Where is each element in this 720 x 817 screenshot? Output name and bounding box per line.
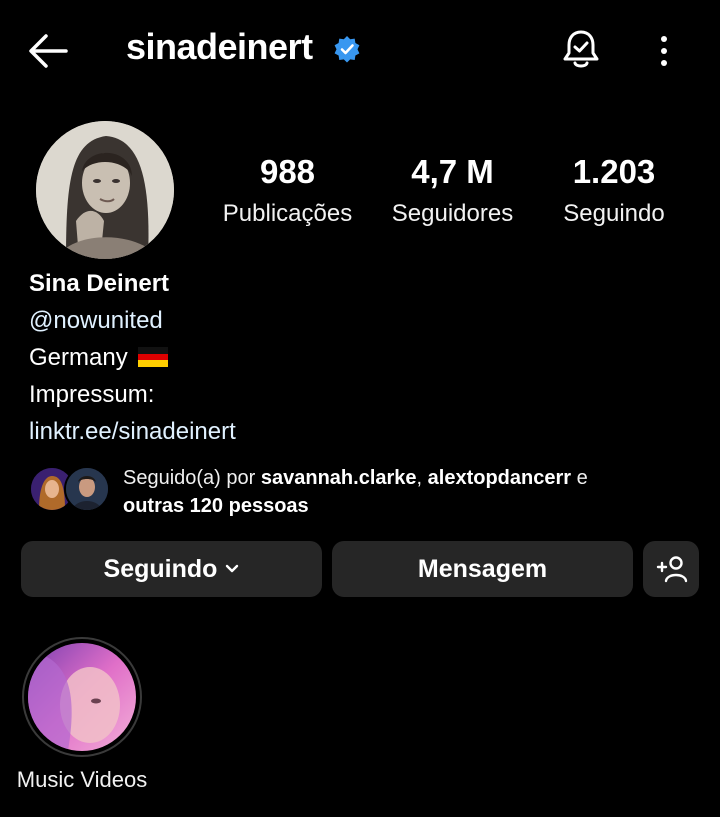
posts-count: 988 [259,153,316,190]
posts-label: Publicações [222,200,353,227]
following-stat[interactable]: 1.203 Seguindo [548,150,680,234]
bio-mention-link[interactable]: @nowunited [29,302,236,339]
notifications-button[interactable] [560,28,602,72]
followed-by-separator: , [416,467,428,489]
highlight-cover-image [28,643,136,751]
message-button-label: Mensagem [417,554,548,583]
profile-username: sinadeinert [126,26,313,67]
followed-by-user: savannah.clarke [260,467,417,489]
chevron-down-icon [226,564,239,573]
followers-label: Seguidores [391,200,514,227]
bio-location-text: Germany [29,344,128,371]
followed-by-user: alextopdancerr [427,467,572,489]
followed-by-text[interactable]: Seguido(a) por savannah.clarke, alextopd… [123,464,588,520]
arrow-left-icon [29,34,68,68]
bio: Sina Deinert @nowunited Germany Impressu… [29,265,236,450]
message-button[interactable]: Mensagem [332,541,633,597]
profile-display-name: Sina Deinert [29,270,170,297]
germany-flag-icon [138,347,169,367]
followed-by-conjunction: e [571,467,588,489]
highlight-label: Music Videos [16,767,148,792]
following-button-label: Seguindo [103,554,218,583]
following-label: Seguindo [563,200,665,227]
following-count: 1.203 [572,153,656,190]
bio-impressum: Impressum: [29,381,155,408]
followed-by-prefix: Seguido(a) por [123,467,261,489]
following-dropdown-button[interactable]: Seguindo [21,541,322,597]
followers-count: 4,7 M [411,153,494,190]
profile-avatar[interactable] [36,121,174,259]
bell-icon [563,30,599,68]
add-person-icon [656,556,688,583]
verified-badge-icon [333,35,361,63]
bio-location: Germany [29,339,236,376]
followed-by-others: outras 120 pessoas [123,495,309,517]
follower-avatar[interactable] [64,466,110,512]
bio-external-link[interactable]: linktr.ee/sinadeinert [29,413,236,450]
followers-stat[interactable]: 4,7 M Seguidores [380,150,525,234]
suggest-accounts-button[interactable] [643,541,699,597]
posts-stat[interactable]: 988 Publicações [210,150,365,234]
more-options-button[interactable] [652,34,676,68]
back-button[interactable] [26,30,72,72]
more-vertical-icon [661,36,667,66]
